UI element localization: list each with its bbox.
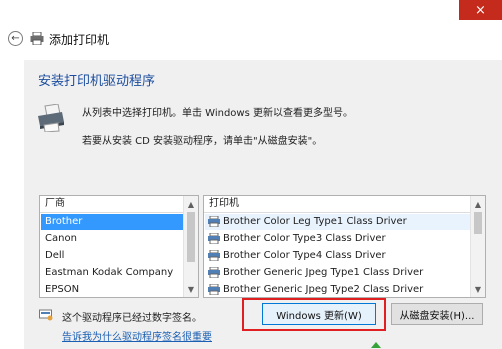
printer-driver-icon: [208, 250, 220, 261]
list-item[interactable]: EPSON: [41, 282, 183, 297]
windows-update-button[interactable]: Windows 更新(W): [262, 303, 376, 325]
printer-driver-icon: [208, 267, 220, 278]
have-disk-button[interactable]: 从磁盘安装(H)...: [391, 303, 483, 325]
signed-driver-icon: [39, 309, 53, 321]
list-item[interactable]: Eastman Kodak Company: [41, 265, 183, 281]
printer-name: Brother Generic Jpeg Type1 Class Driver: [223, 267, 424, 278]
printer-driver-icon: [208, 233, 220, 244]
signature-status-text: 这个驱动程序已经过数字签名。: [62, 313, 202, 324]
manufacturer-list[interactable]: 厂商 Brother Canon Dell Eastman Kodak Comp…: [39, 195, 199, 298]
green-arrow-icon: [371, 342, 381, 348]
title-bar: [0, 0, 502, 22]
close-button[interactable]: ×: [459, 0, 502, 20]
list-item[interactable]: Brother Generic Jpeg Type2 Class Driver: [205, 282, 470, 297]
printer-driver-icon: [208, 284, 220, 295]
scroll-thumb[interactable]: [187, 212, 195, 262]
printer-scrollbar[interactable]: ▲ ▼: [470, 196, 485, 297]
section-title: 安装打印机驱动程序: [38, 74, 156, 89]
window-title: 添加打印机: [49, 33, 110, 47]
manufacturer-list-header: 厂商: [40, 196, 183, 213]
printer-illustration-icon: [38, 104, 64, 132]
scroll-down-icon[interactable]: ▼: [184, 282, 198, 296]
manufacturer-scrollbar[interactable]: ▲ ▼: [183, 196, 198, 297]
list-item[interactable]: Brother Color Type4 Class Driver: [205, 248, 470, 264]
list-item[interactable]: Brother: [41, 214, 183, 230]
printer-driver-icon: [208, 216, 220, 227]
instruction-text-disk: 若要从安装 CD 安装驱动程序，请单击"从磁盘安装"。: [82, 136, 323, 147]
scroll-up-icon[interactable]: ▲: [471, 197, 485, 211]
scroll-up-icon[interactable]: ▲: [184, 197, 198, 211]
back-button[interactable]: ←: [8, 31, 23, 46]
printer-name: Brother Generic Jpeg Type2 Class Driver: [223, 284, 424, 295]
printer-list-header: 打印机: [204, 196, 470, 213]
list-item[interactable]: Brother Color Leg Type1 Class Driver: [205, 214, 470, 230]
list-item[interactable]: Brother Color Type3 Class Driver: [205, 231, 470, 247]
list-item[interactable]: Canon: [41, 231, 183, 247]
instruction-text: 从列表中选择打印机。单击 Windows 更新以查看更多型号。: [82, 108, 353, 119]
printer-icon: [30, 32, 44, 45]
signature-info-link[interactable]: 告诉我为什么驱动程序签名很重要: [62, 328, 212, 343]
list-item[interactable]: Brother Generic Jpeg Type1 Class Driver: [205, 265, 470, 281]
scroll-down-icon[interactable]: ▼: [471, 282, 485, 296]
printer-list[interactable]: 打印机 Brother Color Leg Type1 Class Driver…: [203, 195, 486, 298]
back-arrow-icon: ←: [11, 33, 20, 44]
scroll-thumb[interactable]: [474, 212, 482, 234]
printer-name: Brother Color Type4 Class Driver: [223, 250, 386, 261]
close-icon: ×: [475, 2, 486, 18]
printer-name: Brother Color Type3 Class Driver: [223, 233, 386, 244]
printer-name: Brother Color Leg Type1 Class Driver: [223, 216, 407, 227]
list-item[interactable]: Dell: [41, 248, 183, 264]
